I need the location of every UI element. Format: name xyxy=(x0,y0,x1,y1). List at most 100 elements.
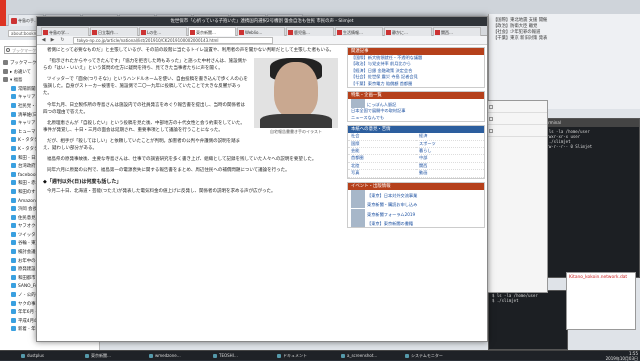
category-link[interactable]: 写真 xyxy=(348,170,416,178)
feature-link[interactable]: にっぽん人脈記 xyxy=(348,99,484,109)
favicon-icon xyxy=(141,30,146,35)
bookmark-icon xyxy=(11,188,16,194)
terminal-output-2[interactable]: $ ls -la /home/user $ ./slimjet xyxy=(489,291,567,305)
photo-face xyxy=(274,62,318,119)
terminal-output[interactable]: $ ls -la /home/user drwxr-xr-x user $ ./… xyxy=(541,127,639,151)
browser-tab[interactable]: 関西… xyxy=(433,27,481,36)
back-icon[interactable]: ◀ xyxy=(40,37,47,44)
taskbar: 1:55 2019年10月03日 dustplus 東京新聞… wmedzone… T… xyxy=(0,350,640,361)
taskbar-item[interactable]: wmedzone… xyxy=(148,352,208,360)
desktop: 寺島の手… 日立製作… Lの残… 東京新聞… Weblio… 関連報道… 関連…… xyxy=(0,0,640,361)
bookmark-icon xyxy=(11,94,16,100)
folder-icon xyxy=(3,68,8,74)
tab-bar: 寺島の学… 日立製作… Lの住… 東京新聞… Weblio… 鹿児島… 生活情報… 静かに… 関… xyxy=(37,26,487,36)
category-link[interactable]: 中部 xyxy=(416,155,484,163)
bookmark-icon xyxy=(11,214,16,220)
browser-tab[interactable]: 東京新聞… xyxy=(188,27,236,36)
author-photo xyxy=(254,58,338,129)
taskbar-item[interactable]: システムモニター xyxy=(404,352,464,360)
thumbnail-icon xyxy=(351,199,365,209)
category-link[interactable]: 社会 xyxy=(348,133,416,141)
category-box: 本紙への意見・苦情 社会 経済 国際 スポーツ 芸能 暮らし 首都圏 中部 北陸 関西 写真 動画 xyxy=(347,125,485,179)
forward-icon[interactable]: ▶ xyxy=(49,37,56,44)
bookmark-icon xyxy=(11,231,16,237)
taskbar-item[interactable]: 東京新聞… xyxy=(84,352,144,360)
checkbox-icon xyxy=(489,105,493,109)
reload-icon[interactable]: ↻ xyxy=(59,37,66,44)
photo-shirt xyxy=(260,114,332,129)
app-icon xyxy=(149,354,153,358)
category-link[interactable]: 首都圏 xyxy=(348,155,416,163)
feature-header: 特集・企画一覧 xyxy=(348,92,484,100)
dialog-row[interactable] xyxy=(486,113,547,125)
browser-tab[interactable]: 鹿児島… xyxy=(286,27,334,36)
event-link[interactable]: 東京新聞フォーラム2019 xyxy=(348,208,484,218)
bookmark-icon xyxy=(11,163,16,169)
category-link[interactable]: 経済 xyxy=(416,133,484,141)
dialog-row[interactable] xyxy=(486,101,547,113)
favicon-icon xyxy=(11,18,17,24)
bookmark-icon xyxy=(11,274,16,280)
feature-box: 特集・企画一覧 にっぽん人脈記 日本全国で展開中の取材記事 ニュースなんでも xyxy=(347,91,485,123)
browser-tab[interactable]: 日立製作… xyxy=(90,27,138,36)
app-icon xyxy=(405,354,409,358)
category-link[interactable]: 関西 xyxy=(416,163,484,171)
event-box: イベント・出版情報 【東京】日本対外交流事業 東京新聞・購読お申し込み 東京新聞… xyxy=(347,181,485,229)
bookmark-icon xyxy=(11,266,16,272)
bookmark-icon xyxy=(11,128,16,134)
favicon-icon xyxy=(435,30,440,35)
event-header: イベント・出版情報 xyxy=(348,182,484,190)
taskbar-item[interactable]: ドキュメント xyxy=(276,352,336,360)
photo-caption: 自宅報告書書き手のイラスト xyxy=(270,129,322,135)
favicon-icon xyxy=(43,30,48,35)
taskbar-item[interactable]: dustplus xyxy=(20,352,80,360)
event-link[interactable]: 東京新聞・購読お申し込み xyxy=(348,199,484,209)
dialog-row[interactable] xyxy=(486,125,547,137)
category-link[interactable]: 国際 xyxy=(348,141,416,149)
category-link[interactable]: 芸能 xyxy=(348,148,416,156)
browser-accent-strip xyxy=(0,0,6,26)
browser-tab[interactable]: Lの住… xyxy=(139,27,187,36)
taskbar-item[interactable]: a_screenshot… xyxy=(340,352,400,360)
browser-tab[interactable]: Weblio… xyxy=(237,27,285,36)
article-subheading: ◆「週刊以外(日)は何度も話した」 xyxy=(43,179,122,186)
bookmark-icon xyxy=(11,180,16,186)
bookmark-icon xyxy=(11,206,16,212)
bookmark-icon xyxy=(11,145,16,151)
app-icon xyxy=(85,354,89,358)
taskbar-item[interactable]: TEOSHI… xyxy=(212,352,272,360)
bookmark-icon xyxy=(11,257,16,263)
event-link[interactable]: 【東京】東京新聞の書籍 xyxy=(348,217,484,227)
category-link[interactable]: 動画 xyxy=(416,170,484,178)
related-link[interactable]: 【千葉】東京電力 賠償額 首都圏 xyxy=(348,81,484,87)
bookmark-icon xyxy=(11,326,16,332)
thumbnail-icon xyxy=(351,208,365,218)
article-paragraph: 者側にとって必要なものだ」と主張しているが、その前の段階に当たるトイレ設置や、利… xyxy=(47,48,335,53)
category-link[interactable]: 暮らし xyxy=(416,148,484,156)
category-link[interactable]: 北陸 xyxy=(348,163,416,171)
checkbox-icon xyxy=(489,129,493,133)
side-dialog xyxy=(485,100,548,293)
terminal-window: Terminal $ ls -la /home/user drwxr-xr-x … xyxy=(540,118,640,278)
article-paragraph: 同年六月に原発の公判で、福島第一の電源喪失に関する報告書をまとめ、周辺住民への補… xyxy=(47,168,290,174)
article-paragraph: 福島県の原発事故後、主要な寺島さんは、仕事での調査研究を多く書き上げ、組織として… xyxy=(47,157,317,163)
main-browser-window: 佐世保市「心折っている子抱いた」連携国内選択2号機割 盤会自治も住民 市民の声 … xyxy=(36,16,488,342)
feature-link[interactable]: ニュースなんでも xyxy=(348,115,484,121)
bookmark-icon xyxy=(11,102,16,108)
browser-tab[interactable]: 生活情報… xyxy=(335,27,383,36)
thumbnail-icon xyxy=(351,99,365,109)
bookmark-icon xyxy=(11,111,16,117)
url-input[interactable]: tokyo-np.co.jp/article/national/list/201… xyxy=(73,37,273,44)
right-column: 関連記事 【国際】新大統領就任・不透明な議題 【政治】与党支持率 前月比から 【… xyxy=(347,47,485,341)
bookmark-icon xyxy=(11,283,16,289)
browser-tab[interactable]: 寺島の学… xyxy=(41,27,89,36)
thumbnail-icon xyxy=(351,189,365,199)
panel-line[interactable]: 【千葉】東京 新旧対策 発表 xyxy=(493,36,636,42)
app-icon xyxy=(341,354,345,358)
event-link[interactable]: 【東京】日本対外交流事業 xyxy=(348,189,484,199)
error-note-window: Kitano_kokoin.network.dat xyxy=(566,272,636,330)
article-body: 者側にとって必要なものだ」と主張しているが、その前の段階に当たるトイレ設置や、利… xyxy=(43,47,340,341)
category-link[interactable]: スポーツ xyxy=(416,141,484,149)
browser-tab[interactable]: 静かに… xyxy=(384,27,432,36)
related-header: 関連記事 xyxy=(348,48,484,55)
